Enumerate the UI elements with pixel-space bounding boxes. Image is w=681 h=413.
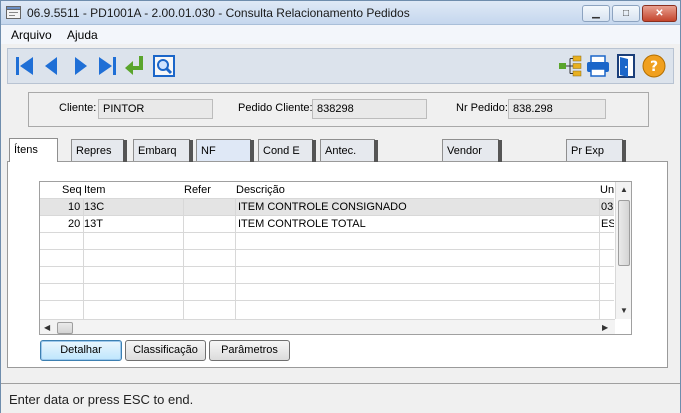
table-row[interactable] <box>40 283 614 300</box>
app-window: 06.9.5511 - PD1001A - 2.00.01.030 - Cons… <box>0 0 681 413</box>
maximize-button[interactable]: □ <box>612 5 640 22</box>
tab-nf[interactable]: NF <box>196 139 254 162</box>
vertical-scroll-thumb[interactable] <box>618 200 630 266</box>
table-row[interactable] <box>40 300 614 317</box>
column-header-uni[interactable]: Uni <box>600 184 614 196</box>
table-row[interactable] <box>40 232 614 249</box>
svg-text:?: ? <box>650 59 658 75</box>
tab-antec[interactable]: Antec. <box>320 139 378 162</box>
items-grid[interactable]: Seq Item Refer Descrição Uni 10 13C ITEM… <box>39 181 632 335</box>
cliente-field[interactable]: PINTOR <box>98 99 213 119</box>
column-header-refer[interactable]: Refer <box>184 184 211 196</box>
first-record-icon[interactable] <box>12 53 38 79</box>
tab-pr-exp[interactable]: Pr Exp <box>566 139 626 162</box>
column-divider <box>183 198 184 320</box>
scroll-up-arrow-icon[interactable]: ▲ <box>620 185 628 194</box>
nr-pedido-label: Nr Pedido: <box>456 102 508 114</box>
horizontal-scrollbar[interactable]: ◀ ▶ <box>40 319 615 334</box>
cell-item: 13T <box>84 218 103 230</box>
column-header-descricao[interactable]: Descrição <box>236 184 285 196</box>
column-divider <box>83 198 84 320</box>
grid-header: Seq Item Refer Descrição Uni <box>40 182 614 198</box>
parametros-button[interactable]: Parâmetros <box>209 340 290 361</box>
zoom-search-icon[interactable] <box>151 53 177 79</box>
tab-embarq[interactable]: Embarq <box>133 139 193 162</box>
previous-record-icon[interactable] <box>39 53 65 79</box>
column-header-seq[interactable]: Seq <box>62 184 82 196</box>
tab-itens[interactable]: Ítens <box>9 138 58 162</box>
pedido-cliente-field[interactable]: 838298 <box>312 99 427 119</box>
cliente-label: Cliente: <box>59 102 97 114</box>
detalhar-button[interactable]: Detalhar <box>40 340 122 361</box>
next-record-icon[interactable] <box>67 53 93 79</box>
horizontal-scroll-thumb[interactable] <box>57 322 73 334</box>
table-row[interactable] <box>40 266 614 283</box>
tab-cond-e[interactable]: Cond E <box>258 139 316 162</box>
toolbar: ? <box>7 48 674 84</box>
menu-ajuda[interactable]: Ajuda <box>67 28 98 42</box>
cell-uni: ES <box>601 218 614 230</box>
tab-repres[interactable]: Repres <box>71 139 127 162</box>
pedido-cliente-label: Pedido Cliente: <box>238 102 313 114</box>
scroll-left-arrow-icon[interactable]: ◀ <box>44 323 50 332</box>
status-message: Enter data or press ESC to end. <box>9 392 194 407</box>
window-title: 06.9.5511 - PD1001A - 2.00.01.030 - Cons… <box>27 6 410 20</box>
menu-bar: Arquivo Ajuda <box>1 25 680 44</box>
help-icon[interactable]: ? <box>641 53 667 79</box>
status-bar: Enter data or press ESC to end. <box>1 383 680 413</box>
cell-seq: 20 <box>68 218 81 230</box>
scroll-down-arrow-icon[interactable]: ▼ <box>620 306 628 315</box>
cell-descricao: ITEM CONTROLE TOTAL <box>238 218 366 230</box>
column-header-item[interactable]: Item <box>84 184 105 196</box>
nr-pedido-field[interactable]: 838.298 <box>508 99 606 119</box>
vertical-scrollbar[interactable]: ▲ ▼ <box>615 182 631 319</box>
table-row[interactable] <box>40 249 614 266</box>
column-divider <box>235 198 236 320</box>
last-record-icon[interactable] <box>94 53 120 79</box>
hierarchy-icon[interactable] <box>557 53 583 79</box>
minimize-button[interactable]: ▁ <box>582 5 610 22</box>
column-divider <box>599 198 600 320</box>
table-row[interactable]: 20 13T ITEM CONTROLE TOTAL ES <box>40 215 614 232</box>
return-icon[interactable] <box>122 53 148 79</box>
cell-item: 13C <box>84 201 105 213</box>
print-icon[interactable] <box>585 53 611 79</box>
classificacao-button[interactable]: Classificação <box>125 340 206 361</box>
exit-door-icon[interactable] <box>613 53 639 79</box>
tab-vendor[interactable]: Vendor <box>442 139 502 162</box>
cell-uni: 03 <box>601 201 614 213</box>
close-button[interactable]: ✕ <box>642 5 677 22</box>
cell-descricao: ITEM CONTROLE CONSIGNADO <box>238 201 407 213</box>
app-icon <box>6 6 21 19</box>
menu-arquivo[interactable]: Arquivo <box>11 28 52 42</box>
table-row[interactable]: 10 13C ITEM CONTROLE CONSIGNADO 03 <box>40 198 614 215</box>
scroll-right-arrow-icon[interactable]: ▶ <box>602 323 608 332</box>
cell-seq: 10 <box>68 201 81 213</box>
title-bar[interactable]: 06.9.5511 - PD1001A - 2.00.01.030 - Cons… <box>1 1 680 25</box>
